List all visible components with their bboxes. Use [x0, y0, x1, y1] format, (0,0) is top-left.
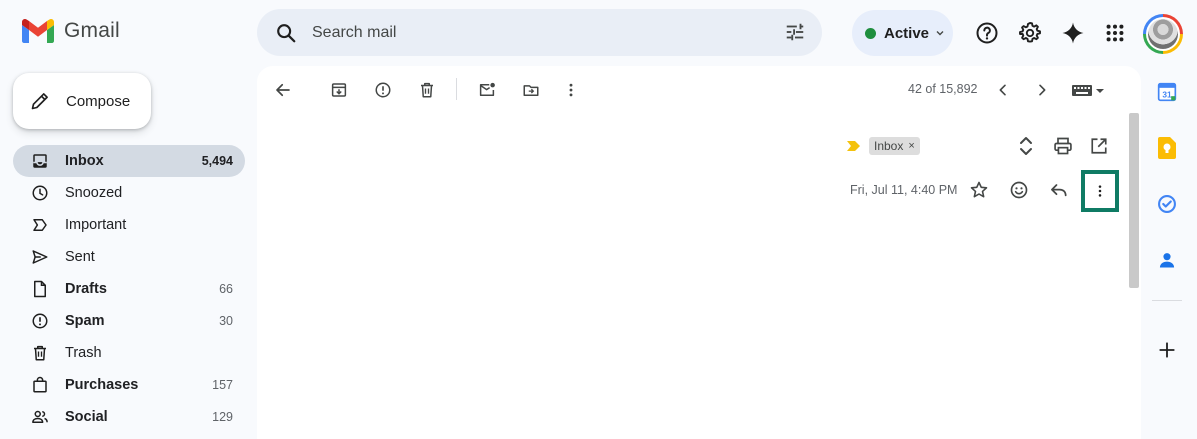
emoji-reaction-icon[interactable]: [1007, 178, 1031, 202]
sidebar-item-label: Social: [65, 409, 108, 425]
search-bar[interactable]: [257, 9, 822, 56]
settings-gear-icon[interactable]: [1017, 20, 1043, 46]
sidebar-item-drafts[interactable]: Drafts 66: [13, 273, 245, 305]
sidebar-item-label: Important: [65, 217, 127, 233]
shopping-bag-icon: [30, 375, 50, 395]
search-input[interactable]: [312, 21, 752, 45]
apps-grid-icon[interactable]: [1102, 20, 1128, 46]
google-keep-icon[interactable]: [1155, 136, 1179, 160]
message-view: 42 of 15,892 Inbox × Fri, Jul 11, 4:40 P…: [257, 66, 1141, 439]
sidebar-item-social[interactable]: Social 129: [13, 401, 245, 433]
mark-unread-icon[interactable]: [475, 78, 499, 102]
google-tasks-icon[interactable]: [1155, 192, 1179, 216]
unread-count: 129: [212, 410, 233, 424]
archive-icon[interactable]: [327, 78, 351, 102]
unread-count: 157: [212, 378, 233, 392]
sidebar-nav: Inbox 5,494 Snoozed Important Sent Draft…: [13, 145, 245, 433]
search-icon[interactable]: [275, 22, 297, 44]
google-calendar-icon[interactable]: 31: [1155, 80, 1179, 104]
message-more-options-button[interactable]: [1081, 170, 1119, 212]
keyboard-icon[interactable]: [1069, 78, 1109, 102]
sidebar-item-spam[interactable]: Spam 30: [13, 305, 245, 337]
label-chip-inbox[interactable]: Inbox ×: [869, 137, 920, 155]
report-icon: [30, 311, 50, 331]
clock-icon: [30, 183, 50, 203]
unread-count: 5,494: [201, 154, 233, 168]
draft-icon: [30, 279, 50, 299]
expand-collapse-icon[interactable]: [1014, 134, 1038, 158]
status-selector[interactable]: Active: [852, 10, 953, 56]
sidebar-item-trash[interactable]: Trash: [13, 337, 245, 369]
label-important-icon: [30, 215, 50, 235]
app-name: Gmail: [64, 19, 120, 42]
chevron-right-icon[interactable]: [1030, 78, 1054, 102]
status-label: Active: [884, 24, 930, 42]
search-options-icon[interactable]: [784, 21, 806, 43]
send-icon: [30, 247, 50, 267]
unread-count: 30: [219, 314, 233, 328]
inbox-icon: [30, 151, 50, 171]
sidebar-item-snoozed[interactable]: Snoozed: [13, 177, 245, 209]
people-icon: [30, 407, 50, 427]
compose-button[interactable]: Compose: [13, 73, 151, 129]
sidebar-item-purchases[interactable]: Purchases 157: [13, 369, 245, 401]
unread-count: 66: [219, 282, 233, 296]
sidebar-item-label: Purchases: [65, 377, 139, 393]
account-avatar[interactable]: [1143, 14, 1183, 54]
message-scrollbar[interactable]: [1129, 113, 1139, 288]
sidebar-item-label: Spam: [65, 313, 105, 329]
sidebar-item-label: Sent: [65, 249, 95, 265]
svg-text:31: 31: [1162, 89, 1172, 99]
trash-icon: [30, 343, 50, 363]
more-vert-icon[interactable]: [559, 78, 583, 102]
compose-label: Compose: [66, 92, 131, 110]
gmail-logo[interactable]: Gmail: [22, 19, 120, 43]
add-addon-icon[interactable]: [1155, 338, 1179, 362]
sidebar-item-inbox[interactable]: Inbox 5,494: [13, 145, 245, 177]
report-spam-icon[interactable]: [371, 78, 395, 102]
sidebar-item-label: Trash: [65, 345, 102, 361]
sidebar-item-label: Snoozed: [65, 185, 123, 201]
reply-icon[interactable]: [1047, 178, 1071, 202]
importance-marker-icon[interactable]: [847, 140, 861, 152]
gmail-m-icon: [22, 19, 54, 43]
more-vert-icon: [1092, 182, 1108, 200]
avatar-photo: [1148, 19, 1178, 49]
gemini-sparkle-icon[interactable]: [1060, 20, 1086, 46]
message-date: Fri, Jul 11, 4:40 PM: [850, 183, 958, 197]
sidebar-item-sent[interactable]: Sent: [13, 241, 245, 273]
star-icon[interactable]: [967, 178, 991, 202]
google-contacts-icon[interactable]: [1155, 248, 1179, 272]
avatar-frame: [1146, 17, 1180, 51]
rail-divider: [1152, 300, 1182, 301]
help-icon[interactable]: [974, 20, 1000, 46]
chevron-left-icon[interactable]: [991, 78, 1015, 102]
sidebar-item-label: Inbox: [65, 153, 104, 169]
pencil-icon: [30, 91, 50, 111]
toolbar-divider: [456, 78, 457, 100]
sidebar-item-important[interactable]: Important: [13, 209, 245, 241]
delete-icon[interactable]: [415, 78, 439, 102]
print-icon[interactable]: [1051, 134, 1075, 158]
status-dot: [865, 27, 876, 39]
move-to-icon[interactable]: [519, 78, 543, 102]
label-chip-text: Inbox: [874, 139, 904, 153]
open-in-new-window-icon[interactable]: [1087, 134, 1111, 158]
remove-label-icon[interactable]: ×: [908, 140, 914, 152]
label-row: Inbox ×: [847, 137, 920, 155]
message-pager: 42 of 15,892: [908, 82, 978, 96]
chevron-down-icon: [935, 28, 945, 38]
back-arrow-icon[interactable]: [271, 78, 295, 102]
sidebar-item-label: Drafts: [65, 281, 107, 297]
